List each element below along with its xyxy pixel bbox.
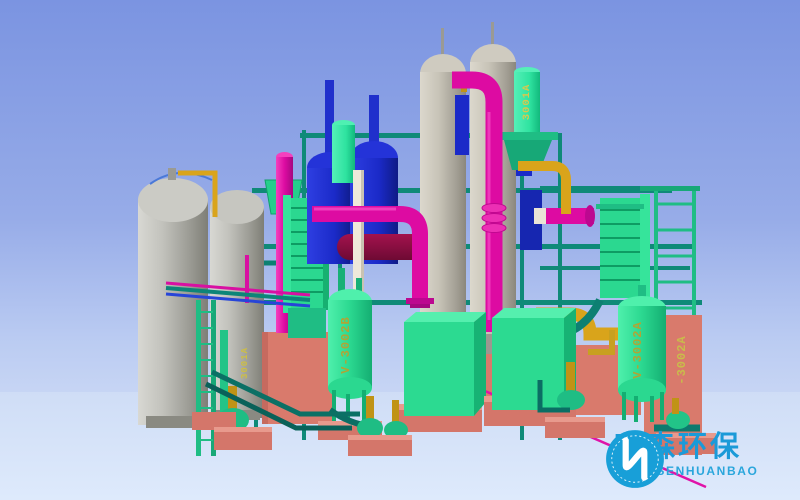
- vessel-v3002b-label: V-3002B: [339, 316, 353, 373]
- top-exchanger-label: 3001A: [521, 84, 533, 121]
- vessel-v3002a-label: V-3002A: [631, 321, 645, 378]
- cad-viewport[interactable]: 3001A: [0, 0, 800, 500]
- blue-panel-1: [455, 95, 469, 155]
- left-pump-label: 3001A: [240, 347, 250, 379]
- hongsen-logo-icon: [604, 428, 666, 490]
- watermark-logo: 宏森环保 HONGSENHUANBAO: [604, 428, 758, 478]
- green-cylinder-small: [332, 125, 355, 183]
- plant-3d-scene: 3001A: [0, 0, 800, 500]
- right-pump-line-label: -3002A: [675, 335, 689, 384]
- green-box-tanks: [396, 308, 576, 432]
